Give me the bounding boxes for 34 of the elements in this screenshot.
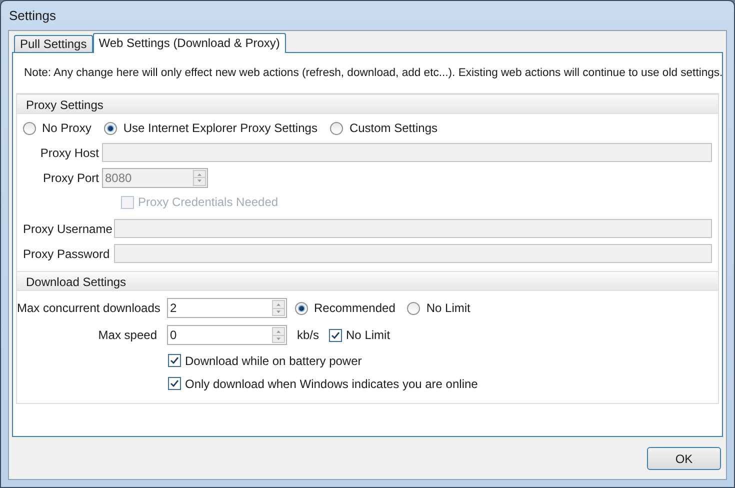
number-field[interactable]: 0 bbox=[167, 325, 287, 345]
field-label: Max speed bbox=[97, 327, 158, 344]
section-header: Proxy Settings bbox=[17, 94, 718, 114]
radio-button[interactable] bbox=[104, 122, 118, 134]
field-label: Proxy Username bbox=[22, 220, 114, 238]
tab[interactable]: Web Settings (Download & Proxy) bbox=[92, 33, 286, 53]
field-label: Proxy Password bbox=[22, 246, 111, 262]
radio-label: Use Internet Explorer Proxy Settings bbox=[123, 120, 318, 137]
radio-label: Recommended bbox=[314, 300, 396, 317]
number-field[interactable]: 2 bbox=[167, 298, 287, 318]
checkbox[interactable] bbox=[168, 354, 181, 367]
field-label: Max concurrent downloads bbox=[17, 300, 162, 317]
checkbox-label: Download while on battery power bbox=[185, 352, 362, 370]
up-arrow-icon[interactable] bbox=[273, 301, 284, 308]
up-arrow-icon[interactable] bbox=[273, 328, 284, 334]
radio-label: No Proxy bbox=[42, 120, 92, 137]
field-label: Proxy Port bbox=[42, 170, 100, 186]
radio-label: Custom Settings bbox=[349, 120, 438, 137]
checkbox-label: Proxy Credentials Needed bbox=[138, 194, 278, 211]
section-header: Download Settings bbox=[17, 271, 718, 291]
window-title: Settings bbox=[8, 7, 57, 25]
checkbox-label: Only download when Windows indicates you are online bbox=[185, 376, 478, 392]
radio-label: No Limit bbox=[426, 300, 470, 317]
checkbox-label: No Limit bbox=[346, 327, 390, 344]
tab[interactable]: Pull Settings bbox=[14, 35, 93, 52]
checkbox[interactable] bbox=[168, 377, 181, 390]
radio-button[interactable] bbox=[23, 122, 36, 134]
ok-button[interactable]: OK bbox=[647, 447, 721, 470]
radio-button[interactable] bbox=[407, 302, 420, 314]
checkbox[interactable] bbox=[329, 328, 342, 342]
field-label: Proxy Host bbox=[39, 144, 100, 162]
radio-button[interactable] bbox=[295, 302, 308, 314]
unit-label: kb/s bbox=[297, 327, 320, 344]
radio-button[interactable] bbox=[330, 122, 344, 134]
